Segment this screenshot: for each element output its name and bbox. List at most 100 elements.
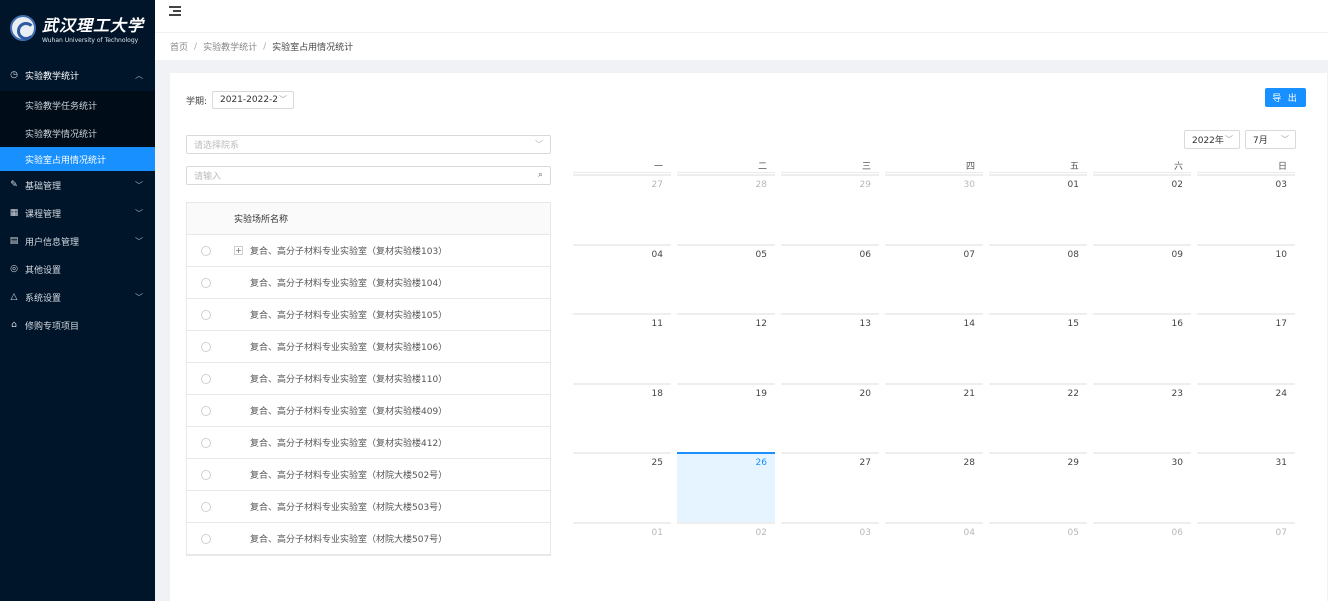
row-radio[interactable] bbox=[201, 469, 211, 480]
menu-fold-icon[interactable] bbox=[169, 6, 181, 18]
calendar-day[interactable]: 07 bbox=[1197, 521, 1295, 592]
sidebar-item-label: 基础管理 bbox=[25, 181, 62, 192]
calendar-day[interactable]: 09 bbox=[1093, 243, 1191, 314]
export-button[interactable]: 导 出 bbox=[1265, 88, 1306, 107]
row-radio[interactable] bbox=[201, 309, 211, 320]
sidebar-item-label: 其他设置 bbox=[25, 265, 62, 276]
search-icon[interactable]: ⌕ bbox=[538, 170, 543, 180]
calendar-day[interactable]: 21 bbox=[885, 382, 983, 453]
table-row[interactable]: 复合、高分子材料专业实验室（复材实验楼106） bbox=[187, 331, 550, 363]
weekday-label: 一 bbox=[573, 159, 671, 173]
table-row[interactable]: 复合、高分子材料专业实验室（材院大楼502号） bbox=[187, 459, 550, 491]
menu: ◷ 实验教学统计 ︿ 实验教学任务统计 实验教学情况统计 实验室占用情况统计 ✎ 基础… bbox=[0, 59, 155, 339]
submenu-item[interactable]: 实验室占用情况统计 bbox=[0, 147, 155, 171]
calendar-day[interactable]: 31 bbox=[1197, 452, 1295, 522]
breadcrumb-home[interactable]: 首页 bbox=[170, 40, 188, 53]
calendar-day[interactable]: 20 bbox=[781, 382, 879, 453]
calendar-day[interactable]: 02 bbox=[1093, 174, 1191, 244]
submenu-item[interactable]: 实验教学情况统计 bbox=[0, 119, 155, 147]
calendar-day[interactable]: 30 bbox=[1093, 452, 1191, 522]
calendar-day[interactable]: 10 bbox=[1197, 243, 1295, 314]
calendar-day[interactable]: 05 bbox=[989, 521, 1087, 592]
calendar-day[interactable]: 05 bbox=[677, 243, 775, 314]
calendar-day[interactable]: 11 bbox=[573, 313, 671, 383]
calendar-day[interactable]: 25 bbox=[573, 452, 671, 522]
sidebar-item[interactable]: ⌂ 修购专项项目 bbox=[0, 311, 155, 339]
calendar-day[interactable]: 06 bbox=[781, 243, 879, 314]
calendar-day[interactable]: 29 bbox=[989, 452, 1087, 522]
sidebar-item[interactable]: ◎ 其他设置 bbox=[0, 255, 155, 283]
sidebar-item[interactable]: ✎ 基础管理 ﹀ bbox=[0, 171, 155, 199]
lab-table: 实验场所名称 + 复合、高分子材料专业实验室（复材实验楼103） 复合、高分子材料专… bbox=[186, 202, 551, 556]
calendar-year-select[interactable]: 2022年 ﹀ bbox=[1184, 130, 1240, 149]
sidebar-item[interactable]: △ 系统设置 ﹀ bbox=[0, 283, 155, 311]
term-select[interactable]: 2021-2022-2 ﹀ bbox=[212, 91, 294, 109]
calendar-day[interactable]: 07 bbox=[885, 243, 983, 314]
table-row[interactable]: 复合、高分子材料专业实验室（材院大楼503号） bbox=[187, 491, 550, 523]
calendar-day[interactable]: 06 bbox=[1093, 521, 1191, 592]
row-radio[interactable] bbox=[201, 533, 211, 544]
calendar-day[interactable]: 03 bbox=[1197, 174, 1295, 244]
sidebar-item[interactable]: ▤ 用户信息管理 ﹀ bbox=[0, 227, 155, 255]
table-row[interactable]: 复合、高分子材料专业实验室（复材实验楼412） bbox=[187, 427, 550, 459]
department-select[interactable]: 请选择院系 ﹀ bbox=[186, 135, 551, 154]
calendar-day[interactable]: 27 bbox=[781, 452, 879, 522]
university-emblem-icon bbox=[10, 15, 36, 41]
calendar-day[interactable]: 17 bbox=[1197, 313, 1295, 383]
weekday-label: 四 bbox=[885, 159, 983, 173]
calendar-weekdays: 一二三四五六日 bbox=[573, 159, 1295, 173]
weekday-label: 五 bbox=[989, 159, 1087, 173]
calendar-day[interactable]: 28 bbox=[885, 452, 983, 522]
table-body: + 复合、高分子材料专业实验室（复材实验楼103） 复合、高分子材料专业实验室（复材… bbox=[187, 235, 550, 555]
calendar-day[interactable]: 16 bbox=[1093, 313, 1191, 383]
calendar-day[interactable]: 23 bbox=[1093, 382, 1191, 453]
calendar-day[interactable]: 15 bbox=[989, 313, 1087, 383]
table-row[interactable]: 复合、高分子材料专业实验室（复材实验楼409） bbox=[187, 395, 550, 427]
breadcrumb-separator: / bbox=[263, 41, 267, 52]
lab-name: 复合、高分子材料专业实验室（材院大楼502号） bbox=[250, 471, 448, 481]
table-row[interactable]: 复合、高分子材料专业实验室（复材实验楼105） bbox=[187, 299, 550, 331]
calendar-day[interactable]: 01 bbox=[573, 521, 671, 592]
calendar-day[interactable]: 28 bbox=[677, 174, 775, 244]
calendar-day[interactable]: 02 bbox=[677, 521, 775, 592]
table-row[interactable]: 复合、高分子材料专业实验室（材院大楼507号） bbox=[187, 523, 550, 555]
calendar-day[interactable]: 04 bbox=[885, 521, 983, 592]
calendar-day[interactable]: 24 bbox=[1197, 382, 1295, 453]
row-radio[interactable] bbox=[201, 277, 211, 288]
calendar-day[interactable]: 22 bbox=[989, 382, 1087, 453]
calendar-day[interactable]: 30 bbox=[885, 174, 983, 244]
calendar-day[interactable]: 13 bbox=[781, 313, 879, 383]
calendar-day[interactable]: 03 bbox=[781, 521, 879, 592]
row-radio[interactable] bbox=[201, 405, 211, 416]
menu-group-experiment-stats[interactable]: ◷ 实验教学统计 ︿ bbox=[0, 59, 155, 91]
calendar-day-today[interactable]: 26 bbox=[677, 452, 775, 522]
table-row[interactable]: 复合、高分子材料专业实验室（复材实验楼104） bbox=[187, 267, 550, 299]
row-radio[interactable] bbox=[201, 501, 211, 512]
row-radio[interactable] bbox=[201, 373, 211, 384]
calendar-day[interactable]: 27 bbox=[573, 174, 671, 244]
row-radio[interactable] bbox=[201, 437, 211, 448]
expand-icon[interactable]: + bbox=[234, 246, 243, 255]
table-row[interactable]: + 复合、高分子材料专业实验室（复材实验楼103） bbox=[187, 235, 550, 267]
calendar-day[interactable]: 12 bbox=[677, 313, 775, 383]
sidebar-item[interactable]: ▦ 课程管理 ﹀ bbox=[0, 199, 155, 227]
lab-name: 复合、高分子材料专业实验室（复材实验楼103） bbox=[250, 247, 448, 257]
breadcrumb: 首页 / 实验教学统计 / 实验室占用情况统计 bbox=[155, 32, 1328, 60]
calendar-day[interactable]: 18 bbox=[573, 382, 671, 453]
term-value: 2021-2022-2 bbox=[220, 95, 279, 105]
weekday-label: 三 bbox=[781, 159, 879, 173]
table-row[interactable]: 复合、高分子材料专业实验室（复材实验楼110） bbox=[187, 363, 550, 395]
calendar-day[interactable]: 29 bbox=[781, 174, 879, 244]
breadcrumb-stats[interactable]: 实验教学统计 bbox=[203, 40, 257, 53]
row-radio[interactable] bbox=[201, 245, 211, 256]
chevron-up-icon: ︿ bbox=[135, 70, 143, 80]
calendar-day[interactable]: 08 bbox=[989, 243, 1087, 314]
search-input[interactable]: 请输入 ⌕ bbox=[186, 166, 551, 185]
calendar-month-select[interactable]: 7月 ﹀ bbox=[1245, 130, 1296, 149]
row-radio[interactable] bbox=[201, 341, 211, 352]
submenu-item[interactable]: 实验教学任务统计 bbox=[0, 91, 155, 119]
calendar-day[interactable]: 19 bbox=[677, 382, 775, 453]
calendar-day[interactable]: 14 bbox=[885, 313, 983, 383]
calendar-day[interactable]: 01 bbox=[989, 174, 1087, 244]
calendar-day[interactable]: 04 bbox=[573, 243, 671, 314]
